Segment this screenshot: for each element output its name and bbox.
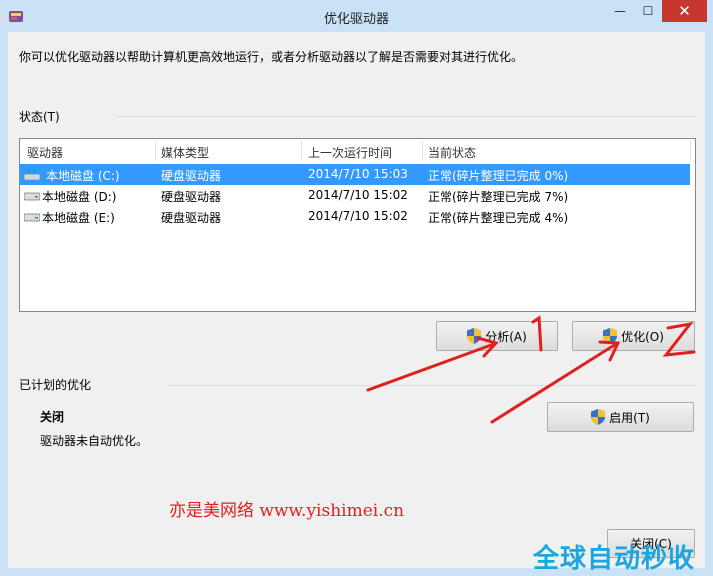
dialog-window: 优化驱动器 — ☐ ✕ 你可以优化驱动器以帮助计算机更高效地运行，或者分析驱动器… — [0, 0, 713, 576]
corner-watermark: 全球自动秒收 — [533, 544, 696, 574]
annotation-overlay — [366, 315, 696, 424]
annotation-arrow — [366, 342, 496, 392]
annotation-arrow — [490, 342, 618, 424]
annotation-number-1 — [531, 315, 543, 352]
annotation-number-2 — [662, 321, 696, 357]
